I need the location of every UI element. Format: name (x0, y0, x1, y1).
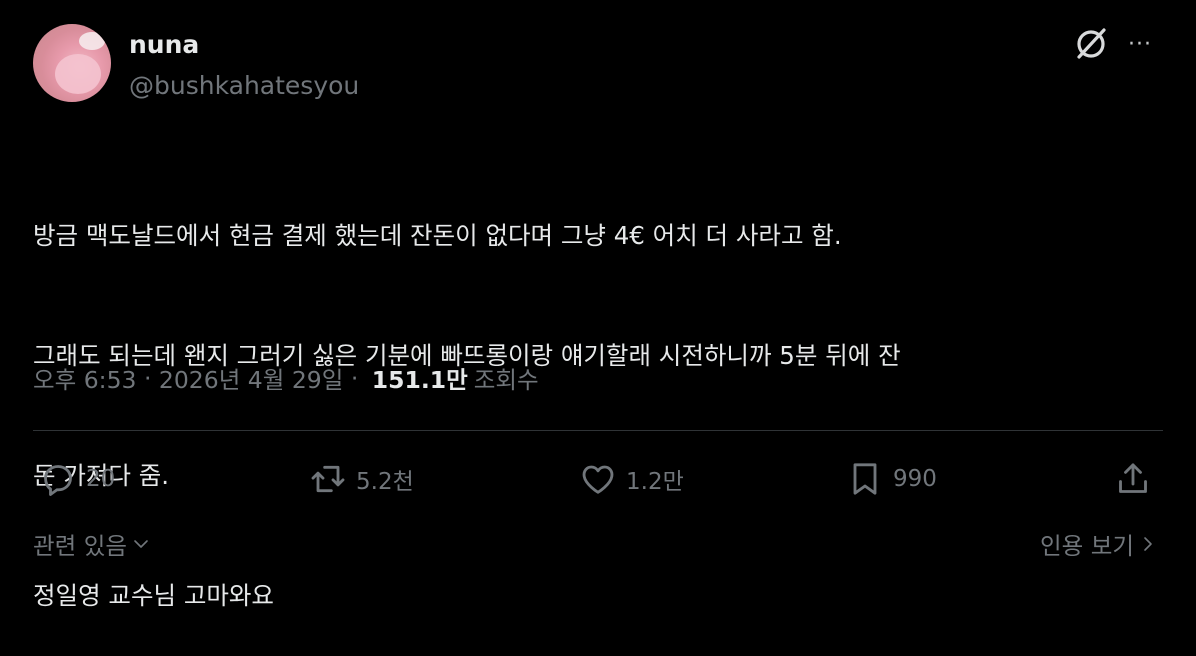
author-handle[interactable]: @bushkahatesyou (129, 71, 359, 100)
repost-count: 5.2천 (356, 469, 414, 495)
avatar-highlight (79, 32, 105, 50)
repost-button[interactable]: 5.2천 (308, 459, 414, 499)
quotes-label: 인용 보기 (1040, 532, 1134, 560)
views-count: 151.1만 (371, 366, 468, 394)
reply-count: 20 (86, 466, 116, 492)
like-count: 1.2만 (626, 469, 684, 495)
action-bar: 20 5.2천 1.2만 990 (33, 459, 1163, 503)
related-toggle[interactable]: 관련 있음 (33, 527, 151, 561)
reply-button[interactable]: 20 (38, 459, 115, 499)
header-actions: ··· (1073, 24, 1152, 64)
divider (33, 430, 1163, 431)
post-date[interactable]: 2026년 4월 29일 (159, 361, 343, 395)
bookmark-icon (853, 463, 877, 495)
post-time[interactable]: 오후 6:53 (33, 361, 136, 395)
share-icon (1119, 463, 1147, 493)
bookmark-button[interactable]: 990 (845, 459, 937, 499)
avatar-blob (55, 54, 101, 94)
tweet-line: 방금 맥도날드에서 현금 결제 했는데 잔돈이 없다며 그냥 4€ 어치 더 사… (33, 221, 842, 250)
chevron-down-icon (134, 540, 148, 548)
share-button[interactable] (1113, 459, 1153, 499)
heart-icon (582, 465, 614, 494)
like-button[interactable]: 1.2만 (578, 459, 684, 499)
grok-icon[interactable] (1073, 24, 1109, 64)
related-label: 관련 있음 (33, 532, 127, 560)
meta-separator: · (343, 364, 366, 392)
view-quotes-link[interactable]: 인용 보기 (1040, 527, 1158, 561)
author-name[interactable]: nuna (129, 30, 199, 59)
repost-icon (311, 465, 345, 493)
tweet-text: 방금 맥도날드에서 현금 결제 했는데 잔돈이 없다며 그냥 4€ 어치 더 사… (33, 136, 1168, 656)
meta-separator: · (136, 364, 159, 392)
tweet-meta: 오후 6:53 · 2026년 4월 29일 · 151.1만 조회수 (33, 361, 539, 395)
tweet-line: 정일영 교수님 고마와요 (33, 581, 274, 610)
more-options-icon[interactable]: ··· (1128, 32, 1152, 57)
views-label: 조회수 (473, 366, 539, 394)
chevron-right-icon (1144, 537, 1152, 551)
reply-icon (44, 465, 72, 496)
avatar[interactable] (33, 24, 111, 102)
bookmark-count: 990 (893, 466, 937, 492)
